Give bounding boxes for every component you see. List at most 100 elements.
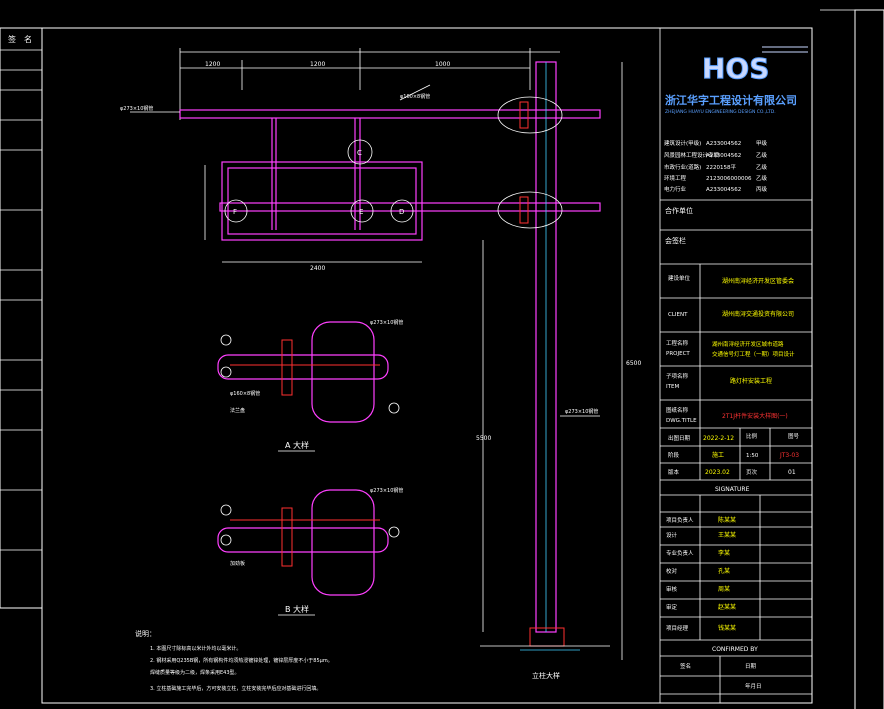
sig-role-5: 审核 (666, 585, 678, 593)
note-1: 1. 本图尺寸除标高以米计外均以毫米计。 (150, 645, 241, 652)
company-name-en: ZHEJIANG HUAYU ENGINEERING DESIGN CO.,LT… (665, 109, 776, 115)
circle-label-e: E (359, 208, 363, 216)
qual-3-grade: 乙级 (756, 163, 768, 171)
qual-1-label: 建筑设计(甲级) (664, 139, 701, 147)
detail-a-callout-2: φ160×8钢管 (230, 390, 260, 397)
qual-5-code: A233004562 (706, 187, 741, 193)
dim-5: 6500 (626, 360, 641, 367)
no-label: 图号 (788, 432, 800, 440)
dim-1: 1200 (205, 61, 220, 68)
dwg-label-en: DWG.TITLE (666, 418, 697, 424)
sheet-label: 页次 (746, 468, 758, 476)
confirm-sign-label: 签名 (680, 662, 691, 670)
title-block: HOS 浙江华字工程设计有限公司 ZHEJIANG HUAYU ENGINEER… (660, 46, 812, 703)
base-label: 立柱大样 (532, 671, 560, 680)
notes-title: 说明： (135, 629, 156, 638)
confirmed-header: CONFIRMED BY (712, 646, 758, 653)
detail-b-callout-1: φ273×10钢管 (370, 487, 403, 494)
note-2: 2. 钢材采用Q235B钢，所有钢构件均须热浸镀锌处理，镀锌层厚度不小于85μm… (150, 657, 333, 664)
detail-b-callout-2: 加劲板 (230, 560, 245, 567)
version-value: 2023.02 (705, 469, 730, 476)
detail-b: B 大样 φ273×10钢管 加劲板 (217, 487, 403, 616)
signature-rows: 项目负责人 陈某某 设计 王某某 专业负责人 李某 校对 孔某 审核 周某 审定… (660, 516, 812, 641)
truss-frame (221, 161, 423, 241)
sig-name-6: 赵某某 (718, 603, 736, 611)
company-name: 浙江华字工程设计有限公司 (665, 93, 797, 107)
dim-2: 1200 (310, 61, 325, 68)
circle-label-c: C (357, 149, 362, 157)
dim-4: 2400 (310, 265, 325, 272)
date-label: 出图日期 (668, 434, 691, 442)
note-4: 3. 立柱基础施工完毕后，方可安装立柱，立柱安装完毕后应对基础进行回填。 (150, 685, 321, 692)
item-label-cn: 子项名称 (666, 372, 689, 380)
flange-detail-bottom (497, 191, 563, 229)
dim-3: 1000 (435, 61, 450, 68)
detail-a-callout-3: 法兰盘 (230, 407, 245, 414)
scale-label: 比例 (746, 432, 758, 440)
owner-label: 建设单位 (668, 274, 691, 282)
confirm-date-value: 年月日 (745, 682, 762, 690)
qual-5-grade: 丙级 (756, 185, 768, 193)
project-value-2: 交通信号灯工程（一期）项目设计 (712, 350, 795, 358)
qual-4-grade: 乙级 (756, 174, 768, 182)
cad-drawing-sheet: 签 名 1200 1200 1000 C F E D 2400 6500 550… (0, 9, 884, 709)
qual-1-grade: 甲级 (756, 139, 768, 147)
pole-base-plate (529, 627, 565, 647)
logo-mark: HOS (702, 52, 769, 85)
qual-1-code: A233004562 (706, 141, 741, 147)
dwg-label-cn: 图纸名称 (666, 406, 689, 414)
version-label: 版本 (668, 468, 680, 476)
sig-role-6: 审定 (666, 603, 678, 611)
flange-detail-top (497, 96, 563, 134)
left-strip-mark-1: 签 (8, 34, 16, 44)
upper-arm-pipe (179, 109, 601, 119)
signature-header: SIGNATURE (715, 486, 750, 493)
no-value: JT3-03 (779, 452, 799, 459)
qual-2-code: A233004562 (706, 153, 741, 159)
project-label-cn: 工程名称 (666, 339, 689, 347)
item-label-en: ITEM (666, 384, 679, 390)
sig-role-3: 专业负责人 (666, 549, 694, 557)
callout-3: φ273×10钢管 (565, 408, 598, 415)
sig-role-2: 设计 (666, 531, 678, 539)
circle-label-d: D (399, 208, 404, 216)
company-logo: HOS 浙江华字工程设计有限公司 ZHEJIANG HUAYU ENGINEER… (665, 46, 808, 115)
sig-role-1: 项目负责人 (666, 516, 694, 524)
detail-a: A 大样 φ273×10钢管 φ160×8钢管 法兰盘 (217, 319, 403, 452)
qual-3-label: 市政行业(道路) (664, 163, 701, 171)
sig-name-7: 钱某某 (718, 624, 736, 632)
sig-name-5: 周某 (718, 586, 730, 593)
qual-2-grade: 乙级 (756, 151, 768, 159)
notes: 说明： 1. 本图尺寸除标高以米计外均以毫米计。 2. 钢材采用Q235B钢，所… (135, 629, 333, 692)
dim-6: 5500 (476, 435, 491, 442)
qual-3-code: 2220158平 (706, 164, 736, 171)
sig-name-3: 李某 (718, 549, 730, 557)
right-edge-frame (854, 9, 884, 709)
sig-name-2: 王某某 (718, 532, 736, 539)
circle-label-f: F (233, 208, 237, 216)
qual-5-label: 电力行业 (664, 185, 687, 193)
sheet-value: 01 (788, 469, 796, 476)
project-label-en: PROJECT (666, 351, 690, 357)
sig-role-4: 校对 (666, 567, 678, 575)
qualification-list: 建筑设计(甲级) A233004562 甲级 风景园林工程设计专项 A23300… (664, 139, 768, 193)
confirm-date-label: 日期 (745, 663, 757, 670)
seal-label: 会签栏 (665, 236, 686, 245)
sheet-border (41, 27, 813, 704)
left-strip-mark-2: 名 (24, 34, 32, 44)
callout-1: φ273×10钢管 (120, 105, 153, 112)
client-value: 湖州南浔交通投资有限公司 (722, 310, 794, 318)
detail-a-label: A 大样 (285, 440, 309, 450)
owner-value: 湖州南浔经济开发区管委会 (722, 277, 794, 285)
note-3: 焊缝质量等级为二级，焊条采用E43型。 (150, 669, 240, 676)
scale-value: 1:50 (746, 453, 759, 459)
sig-name-1: 陈某某 (718, 516, 736, 524)
sig-role-7: 项目经理 (666, 624, 689, 632)
dwg-value: 2T1J杆件安装大样图(一) (722, 412, 788, 420)
stage-label: 阶段 (668, 451, 680, 459)
stage-value: 施工 (712, 451, 724, 459)
lower-arm-pipe (219, 202, 601, 212)
cooperation-label: 合作单位 (665, 206, 693, 215)
date-value: 2022-2-12 (703, 435, 734, 442)
qual-4-code: 2123006000006 (706, 176, 752, 182)
